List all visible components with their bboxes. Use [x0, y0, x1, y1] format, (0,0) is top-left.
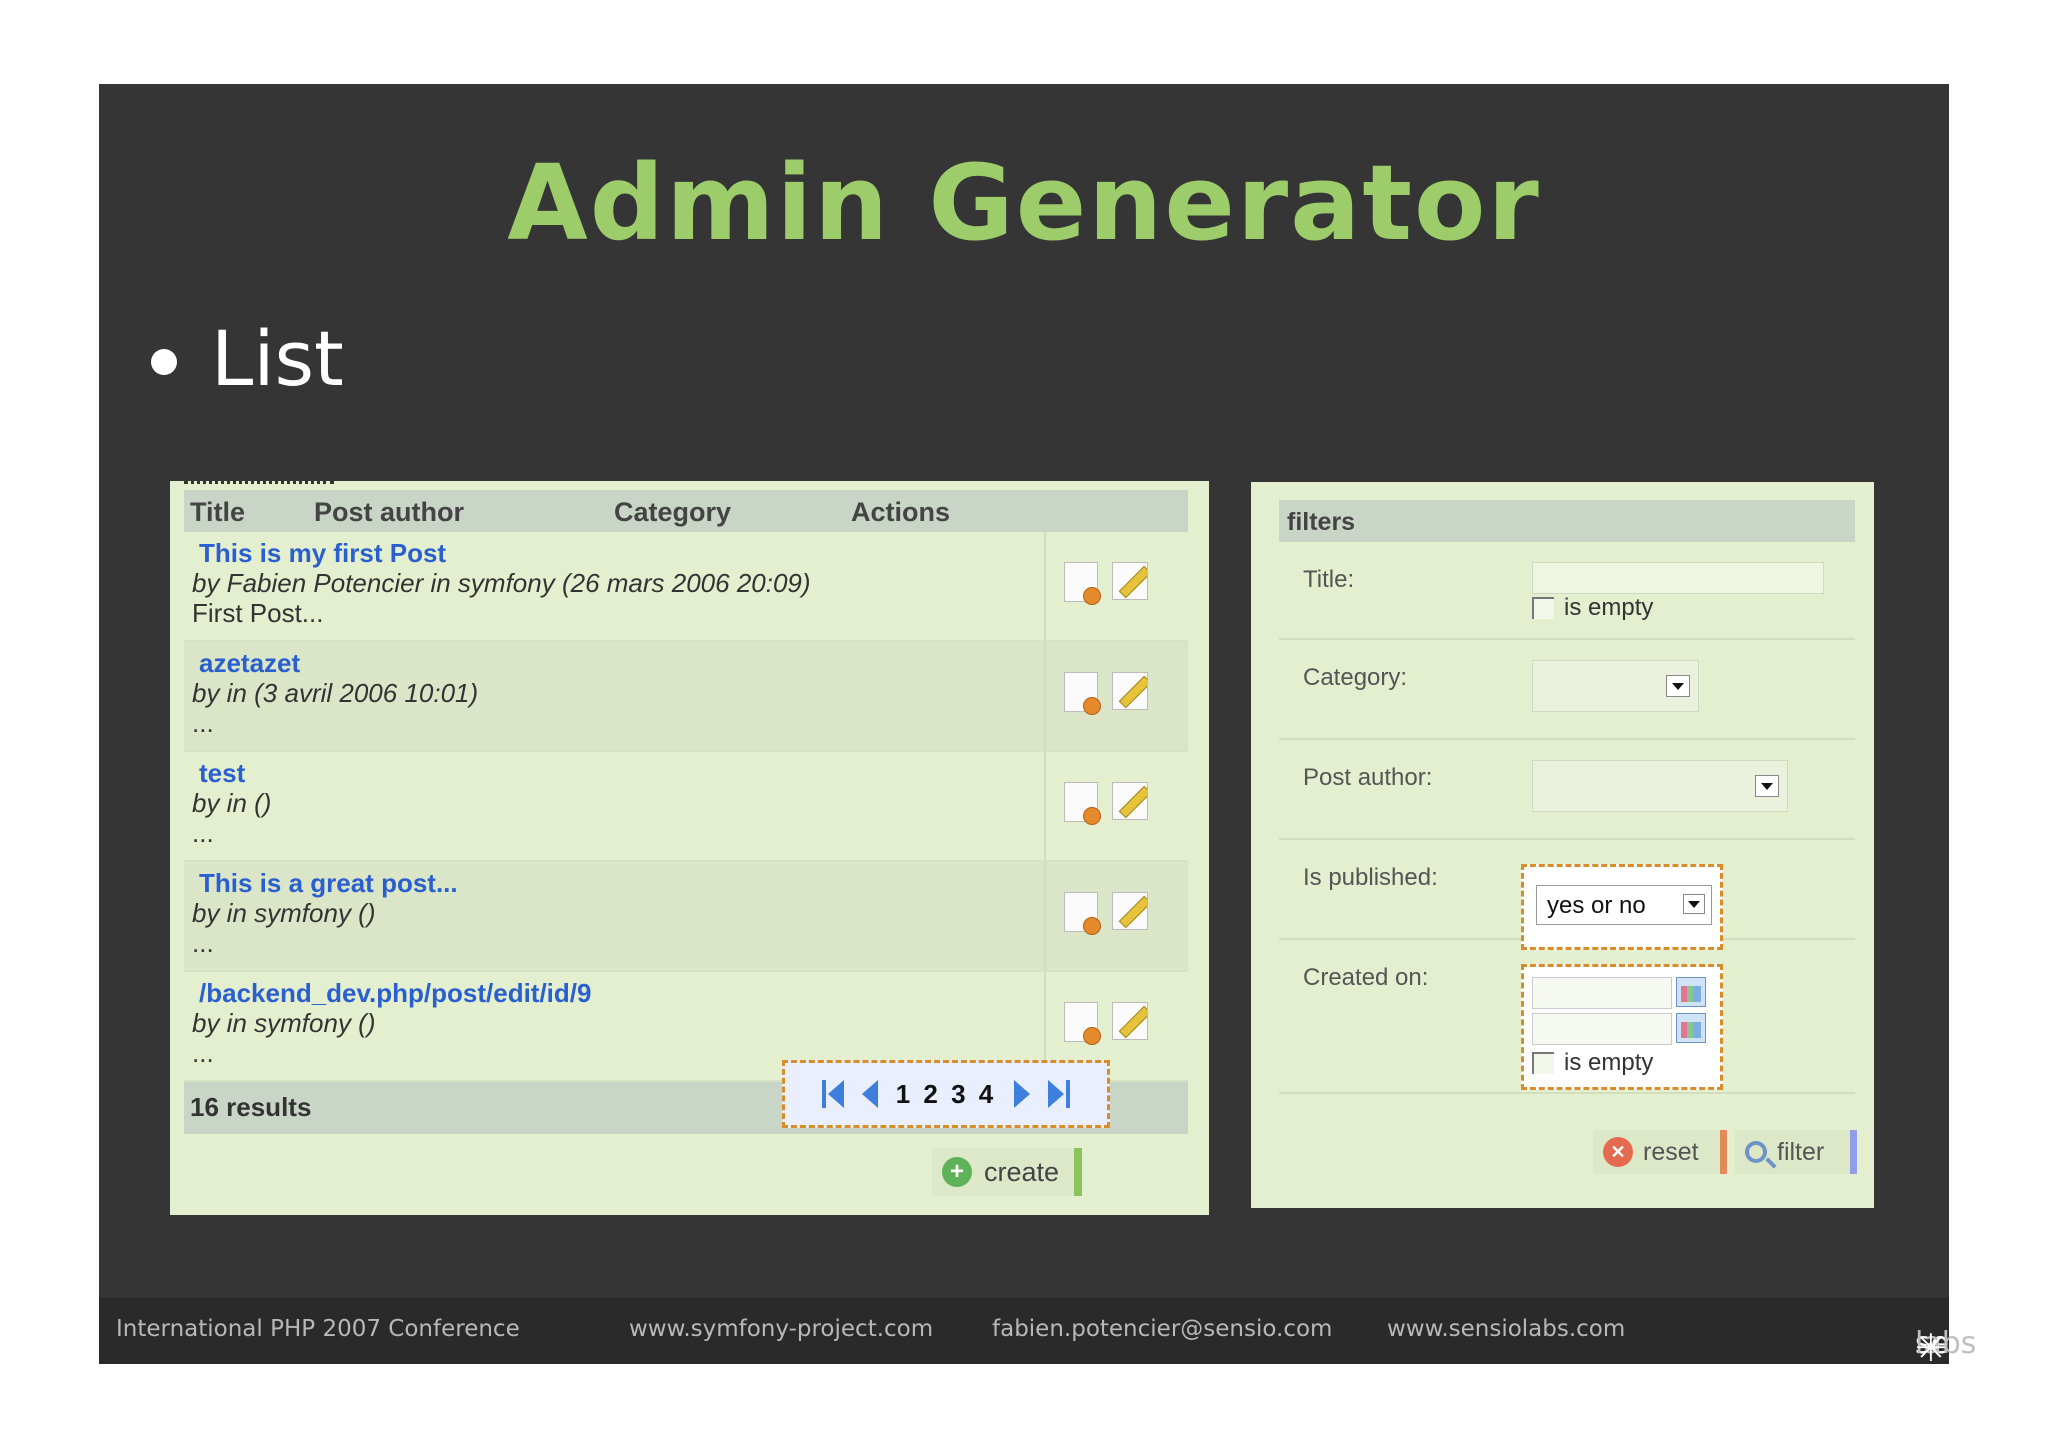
filters-screenshot: filters Title: is empty Category: Post a…: [1251, 482, 1874, 1208]
checkbox-label: is empty: [1564, 1049, 1654, 1076]
published-value: yes or no: [1547, 892, 1646, 919]
slide-footer: International PHP 2007 Conference www.sy…: [99, 1298, 2010, 1370]
create-icon: +: [942, 1157, 972, 1187]
sensiolabs-logo-icon: ✳: [1915, 1326, 1947, 1370]
create-button[interactable]: + create: [932, 1148, 1082, 1196]
table-row: azetazet by in (3 avril 2006 10:01) ...: [184, 642, 1188, 752]
category-select[interactable]: [1532, 660, 1699, 712]
slide-title: Admin Generator: [507, 142, 1541, 264]
row-actions: [1064, 1002, 1148, 1045]
filter-row-title: Title: is empty: [1279, 542, 1855, 640]
filters-heading: filters: [1279, 500, 1855, 542]
edit-icon[interactable]: [1112, 562, 1148, 600]
post-byline: by in (): [192, 788, 272, 818]
title-is-empty-checkbox[interactable]: is empty: [1532, 594, 1653, 622]
published-highlight: yes or no: [1521, 864, 1723, 950]
edit-icon[interactable]: [1112, 1002, 1148, 1040]
view-icon[interactable]: [1064, 672, 1101, 715]
post-title-link[interactable]: /backend_dev.php/post/edit/id/9: [199, 978, 591, 1009]
filter-row-category: Category:: [1279, 640, 1855, 740]
post-title-link[interactable]: azetazet: [199, 648, 300, 679]
post-byline: by in symfony (): [192, 1008, 376, 1038]
edit-icon[interactable]: [1112, 672, 1148, 710]
bullet-list: List: [151, 314, 344, 403]
post-excerpt: ...: [192, 708, 214, 738]
post-excerpt: ...: [192, 928, 214, 958]
table-row: This is my first Post by Fabien Potencie…: [184, 532, 1188, 642]
post-list-table: Title Post author Category Actions This …: [184, 490, 1188, 1134]
table-header: Title Post author Category Actions: [184, 490, 1188, 532]
checkbox-box[interactable]: [1532, 597, 1554, 619]
create-label: create: [984, 1156, 1060, 1187]
post-byline: by Fabien Potencier in symfony (26 mars …: [192, 568, 811, 598]
view-icon[interactable]: [1064, 562, 1101, 605]
row-actions: [1064, 892, 1148, 935]
checkbox-box[interactable]: [1532, 1052, 1554, 1074]
filter-label: Category:: [1303, 664, 1408, 691]
filter-label: Post author:: [1303, 764, 1433, 791]
post-excerpt: ...: [192, 818, 214, 848]
created-is-empty-checkbox[interactable]: is empty: [1532, 1049, 1653, 1077]
prev-page-icon[interactable]: [861, 1080, 878, 1108]
post-byline: by in (3 avril 2006 10:01): [192, 678, 479, 708]
reset-label: reset: [1643, 1137, 1699, 1166]
footer-conference: International PHP 2007 Conference: [116, 1316, 520, 1342]
published-select[interactable]: yes or no: [1536, 885, 1712, 925]
post-title-link[interactable]: test: [199, 758, 245, 789]
bullet-text: List: [211, 314, 344, 403]
col-title[interactable]: Title: [190, 497, 245, 528]
author-select[interactable]: [1532, 760, 1788, 812]
footer-site[interactable]: www.symfony-project.com: [629, 1316, 933, 1342]
col-actions: Actions: [851, 497, 951, 527]
created-highlight: is empty: [1521, 964, 1723, 1090]
pagination-highlight: 1 2 3 4: [782, 1060, 1110, 1128]
edit-icon[interactable]: [1112, 782, 1148, 820]
table-row: This is a great post... by in symfony ()…: [184, 862, 1188, 972]
last-page-icon[interactable]: [1048, 1080, 1071, 1108]
reset-button[interactable]: ✕ reset: [1593, 1130, 1727, 1174]
calendar-icon[interactable]: [1676, 977, 1706, 1007]
created-to-input[interactable]: [1532, 1013, 1672, 1045]
view-icon[interactable]: [1064, 782, 1101, 825]
search-icon: [1745, 1141, 1767, 1163]
row-actions: [1064, 562, 1148, 605]
cropped-heading: [184, 481, 334, 488]
col-category[interactable]: Category: [614, 497, 731, 528]
post-title-link[interactable]: This is a great post...: [199, 868, 458, 899]
chevron-down-icon[interactable]: [1755, 775, 1779, 797]
edit-icon[interactable]: [1112, 892, 1148, 930]
first-page-icon[interactable]: [821, 1080, 844, 1108]
post-excerpt: First Post...: [192, 598, 324, 628]
next-page-icon[interactable]: [1014, 1080, 1031, 1108]
filter-label: Created on:: [1303, 964, 1429, 991]
title-filter-input[interactable]: [1532, 562, 1824, 594]
post-byline: by in symfony (): [192, 898, 376, 928]
table-row: test by in () ...: [184, 752, 1188, 862]
filter-button[interactable]: filter: [1735, 1130, 1857, 1174]
view-icon[interactable]: [1064, 892, 1101, 935]
bullet-dot-icon: [151, 348, 177, 375]
post-excerpt: ...: [192, 1038, 214, 1068]
post-title-link[interactable]: This is my first Post: [199, 538, 446, 569]
calendar-icon[interactable]: [1676, 1013, 1706, 1043]
results-count: 16 results: [190, 1092, 312, 1122]
footer-company-site[interactable]: www.sensiolabs.com: [1387, 1316, 1625, 1342]
filter-label: Is published:: [1303, 864, 1438, 891]
col-author[interactable]: Post author: [314, 497, 464, 528]
row-actions: [1064, 782, 1148, 825]
footer-email[interactable]: fabien.potencier@sensio.com: [992, 1316, 1332, 1342]
row-actions: [1064, 672, 1148, 715]
reset-icon: ✕: [1603, 1137, 1633, 1167]
view-icon[interactable]: [1064, 1002, 1101, 1045]
filter-label-btn: filter: [1777, 1137, 1825, 1166]
created-from-input[interactable]: [1532, 977, 1672, 1009]
filter-label: Title:: [1303, 566, 1355, 593]
chevron-down-icon[interactable]: [1666, 675, 1690, 697]
page-numbers[interactable]: 1 2 3 4: [896, 1079, 997, 1110]
checkbox-label: is empty: [1564, 594, 1654, 621]
chevron-down-icon[interactable]: [1683, 894, 1705, 914]
filter-row-author: Post author:: [1279, 740, 1855, 840]
